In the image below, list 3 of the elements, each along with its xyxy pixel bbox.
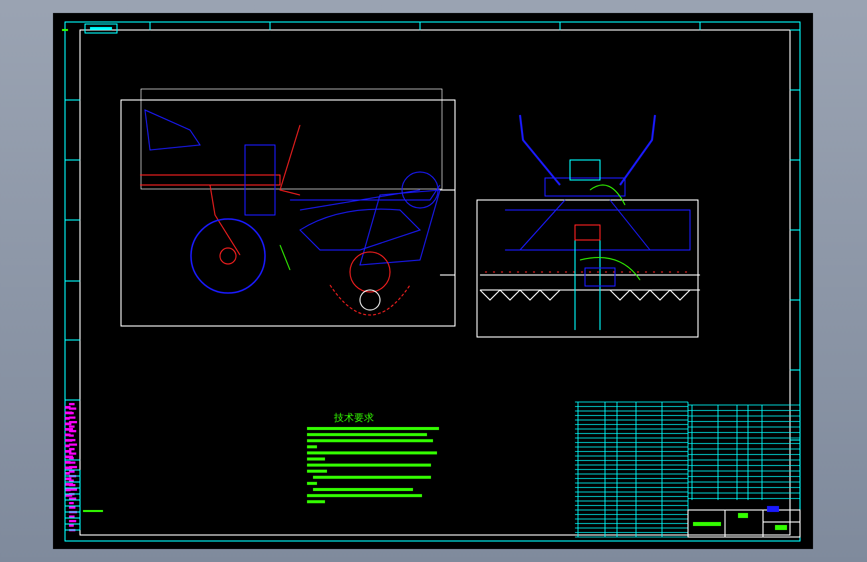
notes-heading: 技术要求 xyxy=(334,413,374,424)
label-tag-drawing xyxy=(62,24,118,34)
revision-table-drawing xyxy=(64,470,103,530)
